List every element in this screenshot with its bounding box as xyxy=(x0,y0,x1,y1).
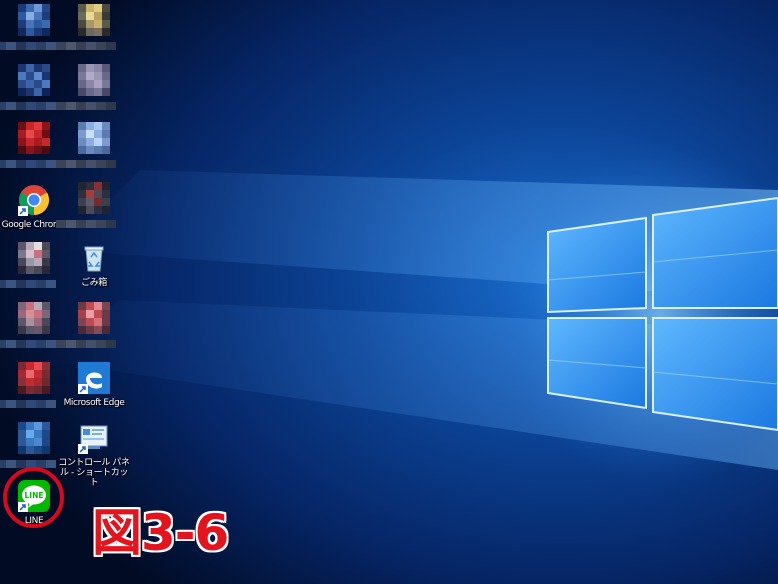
shortcut-arrow-icon xyxy=(78,384,88,394)
pixelated-icon xyxy=(78,302,110,334)
icon-label: Microsoft Edge xyxy=(63,398,125,408)
figure-label: 図3-6 xyxy=(91,503,230,563)
desktop-icon-blurred-6[interactable] xyxy=(56,120,126,178)
pixelated-icon xyxy=(78,64,110,96)
recycle-bin-icon xyxy=(78,242,110,274)
desktop-icon-blurred-5[interactable] xyxy=(0,120,66,178)
desktop-icon-blurred-7[interactable] xyxy=(56,180,126,238)
desktop-icon-blurred-11[interactable] xyxy=(0,360,66,418)
icon-label: ごみ箱 xyxy=(81,278,107,288)
pixelated-label xyxy=(0,42,56,50)
control-panel-icon xyxy=(78,422,110,454)
desktop[interactable]: Google Chrome ごみ箱 Microsoft Edge コントロール … xyxy=(0,0,778,584)
pixelated-label xyxy=(56,102,116,110)
pixelated-label xyxy=(0,160,56,168)
shortcut-arrow-icon xyxy=(78,444,88,454)
desktop-icon-blurred-1[interactable] xyxy=(0,2,66,60)
pixelated-label xyxy=(0,340,56,348)
pixelated-label xyxy=(0,280,56,288)
desktop-icon-blurred-2[interactable] xyxy=(56,2,126,60)
desktop-icon-blurred-9[interactable] xyxy=(0,300,66,358)
desktop-icon-blurred-8[interactable] xyxy=(0,240,66,298)
pixelated-icon xyxy=(18,122,50,154)
desktop-icon-blurred-3[interactable] xyxy=(0,62,66,120)
desktop-icon-control-panel[interactable]: コントロール パネル - ショートカット xyxy=(58,420,130,488)
pixelated-label xyxy=(0,400,56,408)
pixelated-label xyxy=(0,102,56,110)
pixelated-icon xyxy=(78,122,110,154)
line-icon-highlight-circle xyxy=(3,467,64,528)
desktop-icon-google-chrome[interactable]: Google Chrome xyxy=(2,182,67,240)
shortcut-arrow-icon xyxy=(18,206,28,216)
desktop-icon-recycle-bin[interactable]: ごみ箱 xyxy=(62,240,126,298)
chrome-icon xyxy=(18,184,50,216)
pixelated-icon xyxy=(18,302,50,334)
pixelated-icon xyxy=(78,182,110,214)
pixelated-icon xyxy=(18,64,50,96)
pixelated-label xyxy=(56,340,116,348)
pixelated-icon xyxy=(78,4,110,36)
desktop-icon-microsoft-edge[interactable]: Microsoft Edge xyxy=(62,360,126,418)
edge-icon xyxy=(78,362,110,394)
desktop-icon-blurred-10[interactable] xyxy=(56,300,126,358)
pixelated-icon xyxy=(18,4,50,36)
desktop-icon-blurred-4[interactable] xyxy=(56,62,126,120)
pixelated-icon xyxy=(18,242,50,274)
pixelated-label xyxy=(56,220,116,228)
icon-label: コントロール パネル - ショートカット xyxy=(58,458,130,488)
pixelated-icon xyxy=(18,362,50,394)
pixelated-label xyxy=(56,42,116,50)
pixelated-label xyxy=(56,160,116,168)
pixelated-icon xyxy=(18,422,50,454)
